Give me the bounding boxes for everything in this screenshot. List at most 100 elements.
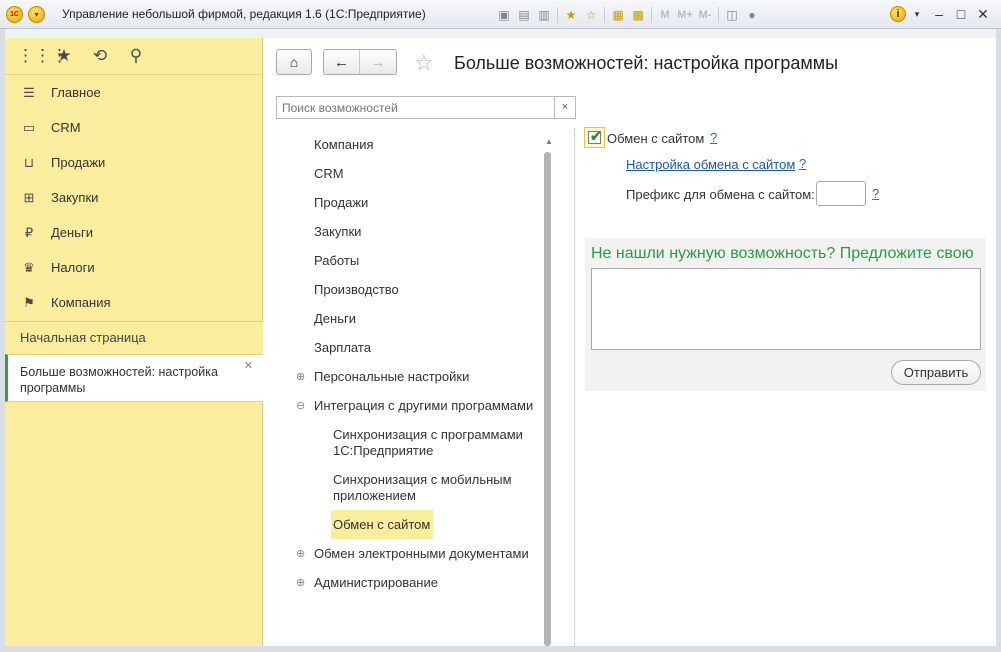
toolbar-separator [651,6,652,23]
tree-item[interactable]: CRM [314,166,344,181]
history-icon[interactable]: ⟲ [89,45,111,67]
tree-item[interactable]: Обмен электронными документами [314,546,529,561]
menu-lines-icon: ☰ [23,84,35,100]
contact-card-icon: ▭ [22,119,36,135]
tree-subitem[interactable]: Синхронизация с мобильным приложением [333,472,533,504]
tree-subitem[interactable]: Синхронизация с программами 1С:Предприят… [333,427,533,459]
tree-item[interactable]: Персональные настройки [314,369,469,384]
send-button[interactable]: Отправить [891,360,981,385]
section-money[interactable]: ₽ Деньги [5,215,262,250]
section-sales[interactable]: ⊔ Продажи [5,145,262,180]
tree-scrollbar[interactable] [544,152,551,646]
section-purchases[interactable]: ⊞ Закупки [5,180,262,215]
title-toolbar: ▣ ▤ ▥ ★ ☆ ▦ ▩ M M+ M- ◫ ● [494,5,762,24]
window-title: Управление небольшой фирмой, редакция 1.… [62,7,426,21]
ruble-coin-icon: ₽ [24,224,34,240]
navigation-bar: ⌂ ← → [276,49,397,75]
open-page-current[interactable]: Больше возможностей: настройка программы… [5,354,263,402]
suggestion-textarea[interactable] [591,268,981,350]
calendar-icon[interactable]: ▩ [628,6,648,24]
tree-item[interactable]: Продажи [314,195,368,210]
window-frame-top [0,29,1001,38]
help-link[interactable]: ? [799,156,806,171]
section-label: Продажи [51,155,106,170]
expand-plus-icon[interactable]: ⊕ [296,547,305,560]
exchange-checkbox[interactable]: ✔ [584,127,605,148]
window-frame-bottom [0,646,1001,652]
sections-toolbar: ⋮⋮⋮ ★ ⟲ ⚲ [5,38,262,75]
window-controls: i ▾ – □ ✕ [890,5,994,23]
info-icon[interactable]: i [890,6,906,22]
user-icon[interactable]: ● [742,6,762,24]
save-icon[interactable]: ▣ [494,6,514,24]
tree-item[interactable]: Работы [314,253,359,268]
expand-plus-icon[interactable]: ⊕ [296,576,305,589]
toolbar-separator [557,6,558,23]
section-main[interactable]: ☰ Главное [5,75,262,110]
search-icon[interactable]: ⚲ [125,45,147,67]
print-icon[interactable]: ▤ [514,6,534,24]
section-company[interactable]: ⚑ Компания [5,285,262,320]
flag-icon: ⚑ [23,294,35,310]
toolbar-separator [718,6,719,23]
calculator-icon[interactable]: ▦ [608,6,628,24]
tree-item[interactable]: Закупки [314,224,361,239]
suggestion-title: Не нашли нужную возможность? Предложите … [591,245,974,262]
home-button[interactable]: ⌂ [276,49,312,75]
scroll-up-arrow-icon[interactable]: ▲ [545,137,553,146]
tree-item[interactable]: Интеграция с другими программами [314,398,533,413]
section-taxes[interactable]: ♛ Налоги [5,250,262,285]
panel-divider[interactable] [574,128,575,646]
help-link[interactable]: ? [872,186,879,201]
main-menu-button[interactable]: ▾ [28,6,45,23]
emblem-icon: ♛ [23,259,35,275]
expand-plus-icon[interactable]: ⊕ [296,370,305,383]
favorites-add-icon[interactable]: ★ [561,6,581,24]
preview-icon[interactable]: ▥ [534,6,554,24]
close-icon[interactable]: ✕ [244,358,253,374]
sections-panel: ⋮⋮⋮ ★ ⟲ ⚲ ☰ Главное ▭ CRM ⊔ Продажи ⊞ За… [5,38,263,646]
tree-item[interactable]: Производство [314,282,399,297]
tree-subitem-selected[interactable]: Обмен с сайтом [333,517,430,532]
prefix-input[interactable] [816,181,866,206]
arrow-right-icon: → [370,53,386,71]
window-frame-right [996,29,1001,652]
open-page-home[interactable]: Начальная страница [5,322,263,354]
checkmark-icon: ✔ [590,128,602,144]
memory-minus-button[interactable]: M- [695,6,715,24]
search-input[interactable] [276,96,555,119]
app-logo-icon: 1С [6,6,23,23]
favorites-star-icon[interactable]: ★ [53,45,75,67]
all-functions-grid-icon[interactable]: ⋮⋮⋮ [17,45,68,67]
maximize-button[interactable]: □ [950,5,972,23]
tree-item[interactable]: Компания [314,137,374,152]
open-pages-panel: Начальная страница Больше возможностей: … [5,321,263,402]
memory-button[interactable]: M [655,6,675,24]
home-icon: ⌂ [289,54,299,70]
exchange-checkbox-label[interactable]: Обмен с сайтом [607,131,704,146]
checkbox-box: ✔ [588,128,602,144]
memory-plus-button[interactable]: M+ [675,6,695,24]
search-clear-button[interactable]: × [554,96,576,119]
title-bar: 1С ▾ Управление небольшой фирмой, редакц… [0,0,1001,29]
chevron-down-icon[interactable]: ▾ [906,5,928,23]
forward-button[interactable]: → [360,50,396,74]
help-link[interactable]: ? [710,130,717,145]
section-label: CRM [51,120,81,135]
exchange-setup-link[interactable]: Настройка обмена с сайтом [626,157,795,172]
tree-item[interactable]: Зарплата [314,340,371,355]
collapse-minus-icon[interactable]: ⊖ [296,399,305,412]
close-button[interactable]: ✕ [972,5,994,23]
back-button[interactable]: ← [324,50,360,74]
minimize-button[interactable]: – [928,5,950,23]
favorite-star-icon[interactable]: ☆ [414,50,434,76]
section-label: Налоги [51,260,95,275]
section-label: Компания [51,295,111,310]
panel-layout-icon[interactable]: ◫ [722,6,742,24]
tree-item[interactable]: Деньги [314,311,356,326]
page-title: Больше возможностей: настройка программы [454,53,839,73]
favorites-icon[interactable]: ☆ [581,6,601,24]
basket-icon: ⊔ [23,154,35,170]
tree-item[interactable]: Администрирование [314,575,438,590]
section-crm[interactable]: ▭ CRM [5,110,262,145]
